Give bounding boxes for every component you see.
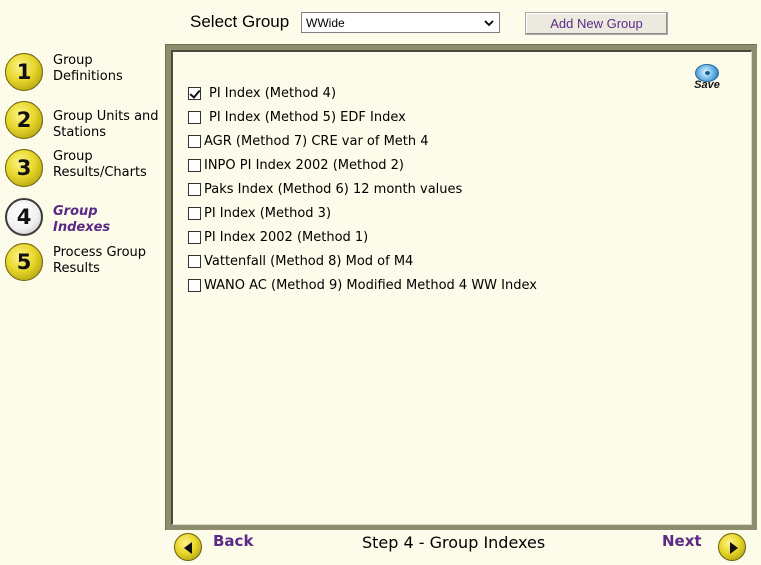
index-option-label: INPO PI Index 2002 (Method 2) xyxy=(204,158,405,173)
step-label-line: Definitions xyxy=(53,69,123,84)
step-label-line: Process Group xyxy=(53,245,147,260)
step-label: Group Results/Charts xyxy=(53,149,147,181)
index-checkbox[interactable] xyxy=(188,111,201,124)
step-label-line: Group xyxy=(53,53,93,68)
top-bar: Select Group WWide Add New Group xyxy=(0,0,761,42)
index-option-label: Vattenfall (Method 8) Mod of M4 xyxy=(204,254,414,269)
step-label: Process Group Results xyxy=(53,245,146,277)
index-checkbox[interactable] xyxy=(188,207,201,220)
back-arrow-button[interactable] xyxy=(174,533,202,561)
wizard-footer: Back Step 4 - Group Indexes Next xyxy=(165,530,761,565)
step-label-line: Results/Charts xyxy=(53,165,147,180)
step-process-group-results[interactable]: 5 Process Group Results xyxy=(5,243,165,287)
index-option-label: WANO AC (Method 9) Modified Method 4 WW … xyxy=(204,278,537,293)
step-label: Group Definitions xyxy=(53,53,123,85)
step-group-indexes[interactable]: 4 Group Indexes xyxy=(5,198,165,242)
step-label: Group Units and Stations xyxy=(53,109,159,141)
step-number-badge: 1 xyxy=(5,53,43,91)
step-label-line: Group xyxy=(53,149,93,164)
step-title: Step 4 - Group Indexes xyxy=(362,533,546,552)
select-group-label: Select Group xyxy=(190,12,290,31)
step-label-active: Group Indexes xyxy=(53,204,110,236)
step-group-results-charts[interactable]: 3 Group Results/Charts xyxy=(5,149,165,193)
index-checkbox[interactable] xyxy=(188,159,201,172)
index-checkbox[interactable] xyxy=(188,183,201,196)
next-link[interactable]: Next xyxy=(662,532,702,550)
step-label-line: Group Units and xyxy=(53,109,159,124)
next-arrow-button[interactable] xyxy=(718,533,746,561)
back-link[interactable]: Back xyxy=(213,532,253,550)
indexes-panel-content: Save PI Index (Method 4) PI Index (Metho… xyxy=(171,50,752,525)
index-checkbox[interactable] xyxy=(188,231,201,244)
index-checkbox[interactable] xyxy=(188,255,201,268)
step-label-line: Results xyxy=(53,261,100,276)
index-option-label: PI Index (Method 3) xyxy=(204,206,332,221)
step-number-badge-active: 4 xyxy=(5,198,43,236)
step-number-badge: 5 xyxy=(5,243,43,281)
step-number-badge: 2 xyxy=(5,101,43,139)
indexes-panel: Save PI Index (Method 4) PI Index (Metho… xyxy=(165,44,757,530)
index-option-label: PI Index (Method 5) EDF Index xyxy=(209,110,406,125)
index-option-label: AGR (Method 7) CRE var of Meth 4 xyxy=(204,134,429,149)
index-checkbox[interactable] xyxy=(188,279,201,292)
step-group-units-and-stations[interactable]: 2 Group Units and Stations xyxy=(5,101,165,145)
arrow-right-icon xyxy=(730,542,738,554)
arrow-left-icon xyxy=(184,542,192,554)
step-label-line: Indexes xyxy=(53,220,111,235)
index-option-label: PI Index 2002 (Method 1) xyxy=(204,230,369,245)
group-select-value: WWide xyxy=(306,16,345,30)
step-label-line: Stations xyxy=(53,125,106,140)
add-new-group-button[interactable]: Add New Group xyxy=(525,12,668,35)
save-label: Save xyxy=(694,79,720,91)
step-group-definitions[interactable]: 1 Group Definitions xyxy=(5,53,165,97)
index-checkbox-checked[interactable] xyxy=(188,87,201,100)
chevron-down-icon xyxy=(483,17,495,29)
index-option-label: PI Index (Method 4) xyxy=(209,86,337,101)
step-number-badge: 3 xyxy=(5,149,43,187)
index-option-label: Paks Index (Method 6) 12 month values xyxy=(204,182,463,197)
group-select[interactable]: WWide xyxy=(301,12,500,33)
save-icon[interactable]: Save xyxy=(690,64,724,96)
step-label-line: Group xyxy=(53,204,98,219)
index-checkbox[interactable] xyxy=(188,135,201,148)
